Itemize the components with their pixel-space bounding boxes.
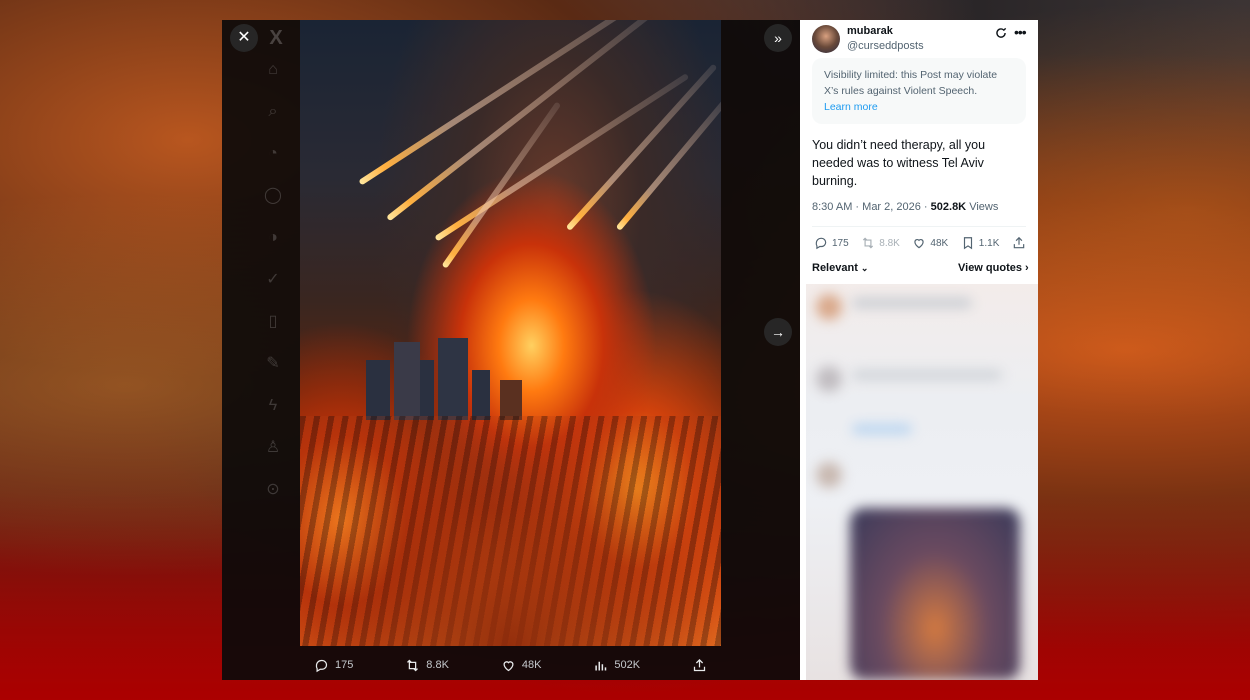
divider <box>812 226 1026 227</box>
bookmark-icon <box>963 237 972 250</box>
view-quotes-link[interactable]: View quotes › <box>958 262 1029 274</box>
meteor-trail <box>434 73 690 242</box>
views-count: 502K <box>614 659 641 671</box>
arrow-right-icon: → <box>771 324 785 340</box>
notice-text: Visibility limited: this Post may violat… <box>824 69 998 97</box>
bookmark-icon: ▯ <box>268 313 278 330</box>
reply-count: 175 <box>335 659 354 671</box>
share-action[interactable] <box>692 658 707 673</box>
bookmark-count: 1.1K <box>978 237 1000 249</box>
reply-icon <box>315 659 328 672</box>
tweet-time[interactable]: 8:30 AM <box>812 201 852 213</box>
view-quotes-label: View quotes <box>958 262 1022 274</box>
chevron-right-icon: › <box>1025 262 1029 274</box>
double-chevron-right-icon: » <box>774 30 782 46</box>
tweet-meta: 8:30 AM · Mar 2, 2026 · 502.8K Views <box>812 201 998 213</box>
repost-icon <box>407 659 419 671</box>
message-icon: ◯ <box>264 187 282 204</box>
heart-icon <box>914 239 925 249</box>
share-button[interactable] <box>1012 236 1026 250</box>
meta-separator: · <box>923 201 931 213</box>
bolt-icon: ϟ <box>268 397 278 414</box>
reply-button[interactable]: 175 <box>814 236 849 250</box>
like-count: 48K <box>930 237 949 249</box>
share-icon <box>693 658 706 671</box>
share-icon <box>1013 236 1025 249</box>
views-icon <box>595 661 607 670</box>
tweet-actions: 175 8.8K 48K 1.1K <box>814 236 1026 250</box>
bell-icon: ◔ <box>268 145 278 162</box>
more-circle-icon: ⊙ <box>266 481 280 498</box>
reply-count: 175 <box>832 237 849 249</box>
repost-count: 8.8K <box>426 659 449 671</box>
background-nav: ⌂ ⌕ ◔ ◯ ◑ ✓ ▯ ✎ ϟ ♙ ⊙ <box>255 60 291 540</box>
author-handle[interactable]: @curseddposts <box>847 40 924 52</box>
x-logo: X <box>269 27 283 49</box>
repost-count: 8.8K <box>879 237 900 249</box>
rubble <box>300 416 721 646</box>
repost-icon <box>863 237 874 249</box>
views-label: Views <box>969 201 999 213</box>
heart-icon <box>503 660 514 671</box>
tweet-panel: mubarak @curseddposts ••• Visibility lim… <box>800 20 1038 680</box>
media-action-bar: 175 8.8K 48K 502K <box>300 652 721 678</box>
grok-icon[interactable] <box>994 26 1008 40</box>
views-action[interactable]: 502K <box>593 658 640 673</box>
like-count: 48K <box>521 659 542 671</box>
author-name[interactable]: mubarak <box>847 25 893 37</box>
repost-button[interactable]: 8.8K <box>861 236 900 250</box>
sort-dropdown[interactable]: Relevant ⌄ <box>812 262 868 274</box>
grok-icon: ◑ <box>268 229 278 246</box>
sort-label: Relevant <box>812 262 858 274</box>
tweet-date[interactable]: Mar 2, 2026 <box>862 201 921 213</box>
views-count-bold: 502.8K <box>930 201 967 213</box>
visibility-notice: Visibility limited: this Post may violat… <box>812 58 1026 124</box>
edit-icon: ✎ <box>266 355 280 372</box>
home-icon: ⌂ <box>268 61 278 78</box>
verified-icon: ✓ <box>266 271 280 288</box>
close-icon: ✕ <box>237 29 251 46</box>
expand-button[interactable]: » <box>764 24 792 52</box>
learn-more-link[interactable]: Learn more <box>824 99 1014 115</box>
reply-action[interactable]: 175 <box>314 658 353 673</box>
meteor-trail <box>358 20 664 186</box>
chevron-down-icon: ⌄ <box>860 263 869 273</box>
person-icon: ♙ <box>265 439 281 456</box>
search-icon: ⌕ <box>268 103 278 120</box>
like-button[interactable]: 48K <box>912 236 948 250</box>
next-media-button[interactable]: → <box>764 318 792 346</box>
avatar[interactable] <box>812 25 840 53</box>
like-action[interactable]: 48K <box>501 658 542 673</box>
city-skyline <box>300 280 721 420</box>
reply-icon <box>815 237 827 250</box>
close-button[interactable]: ✕ <box>230 24 258 52</box>
tweet-text: You didn’t need therapy, all you needed … <box>812 138 986 188</box>
repost-action[interactable]: 8.8K <box>405 658 449 673</box>
post-image[interactable] <box>300 20 721 646</box>
blurred-replies <box>806 284 1038 680</box>
meteor-trail <box>565 63 718 232</box>
more-options-icon[interactable]: ••• <box>1014 24 1027 40</box>
bookmark-button[interactable]: 1.1K <box>961 236 1000 250</box>
